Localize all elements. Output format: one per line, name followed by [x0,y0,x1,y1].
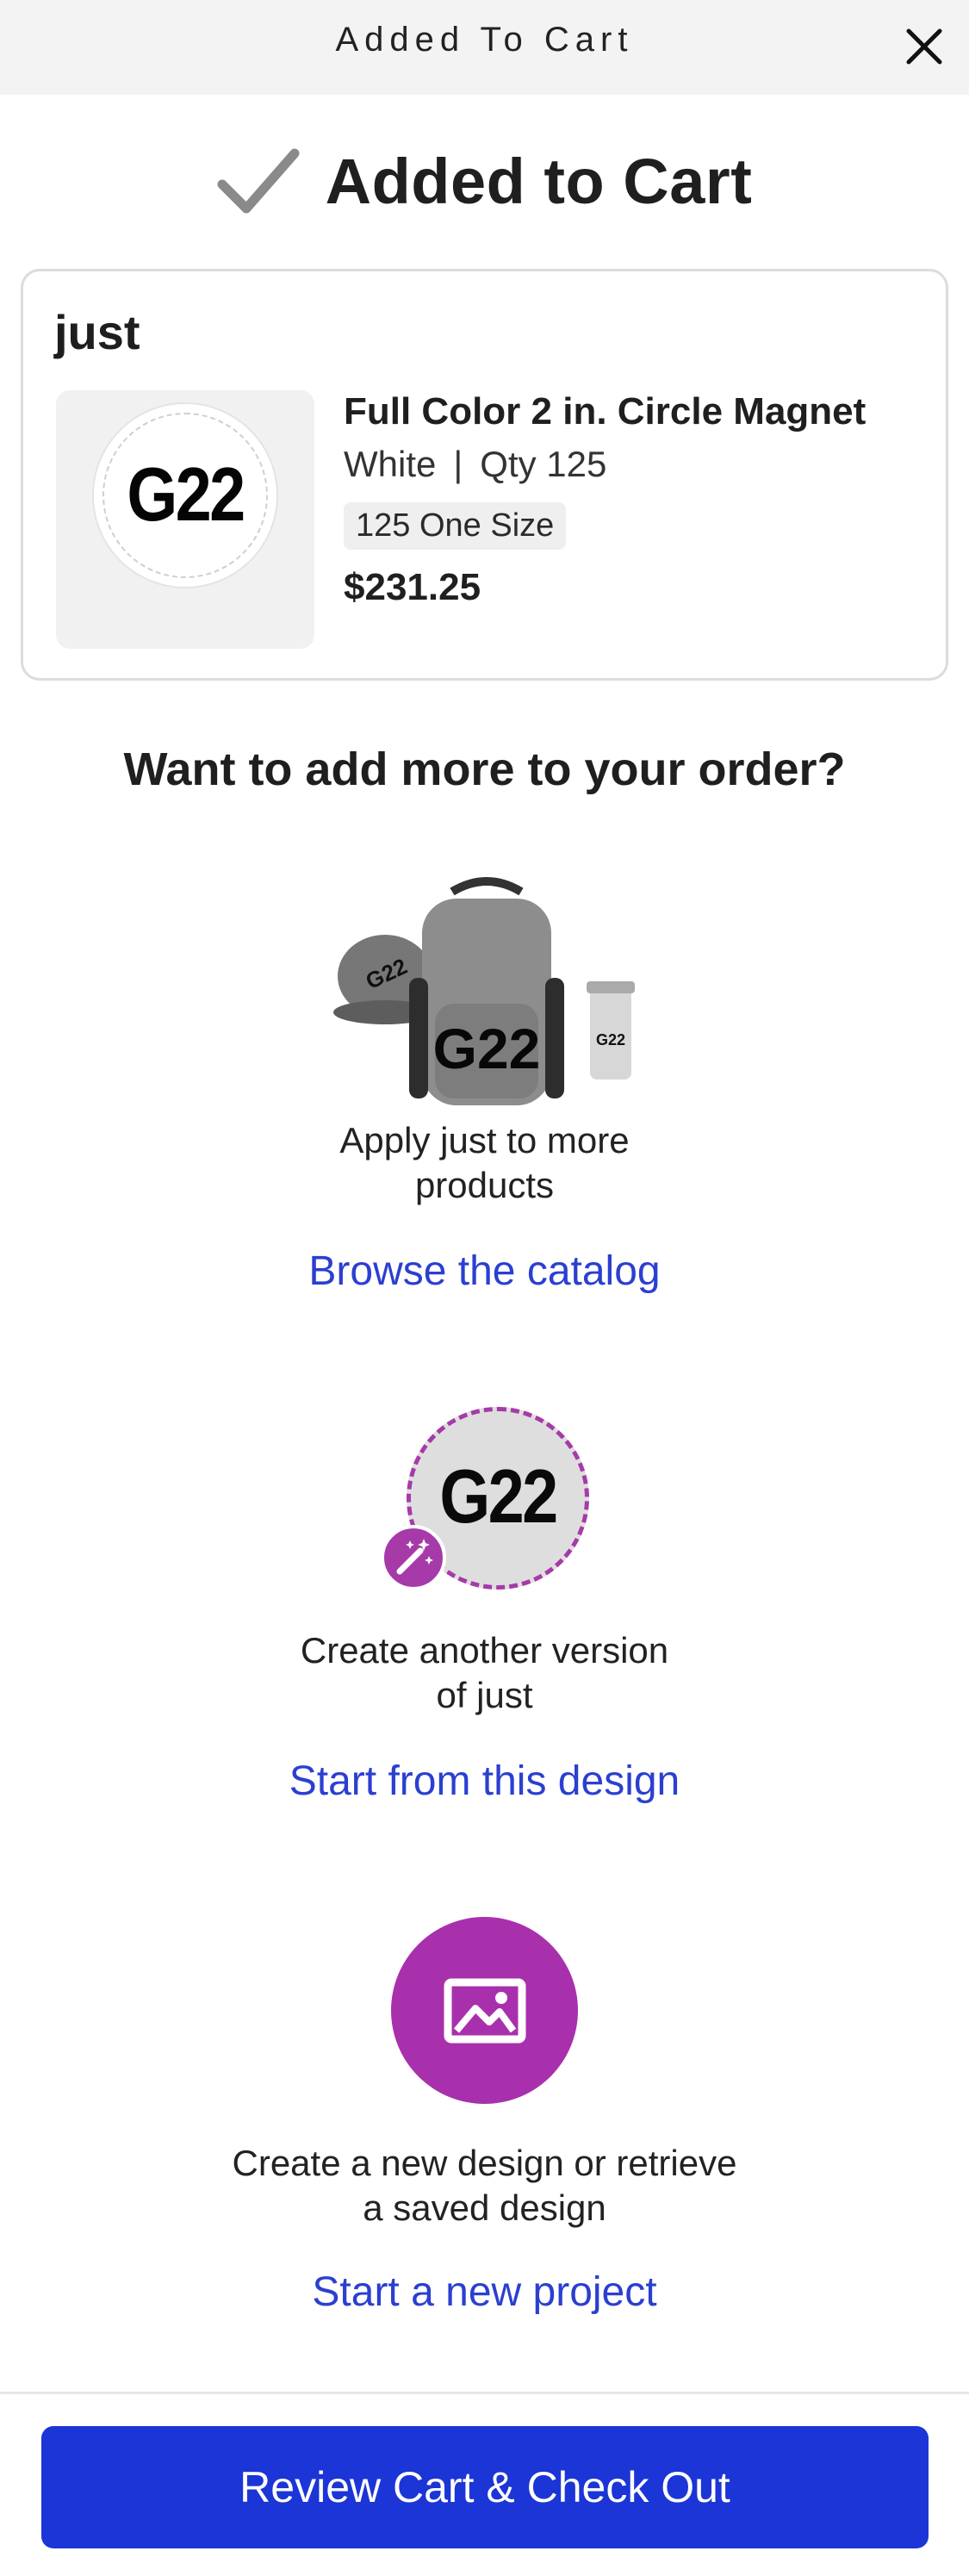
backpack-design-text: G22 [433,1017,541,1080]
upsell-desc-line: products [414,1165,555,1205]
circle-magnet-image: G22 [94,404,276,587]
top-bar: Added To Cart [0,0,969,95]
upsell-heading: Want to add more to your order? [123,744,846,795]
cart-item-card: just G22 Full Color 2 in. Circle Magnet … [21,269,948,681]
start-from-design-link[interactable]: Start from this design [0,1758,969,1805]
close-icon[interactable] [898,21,950,72]
footer-divider [0,2392,969,2394]
backpack-icon: G22 [409,877,564,1105]
size-badge: 125 One Size [344,502,567,550]
modal-title: Added To Cart [335,21,634,59]
product-meta: White | Qty 125 [344,444,606,485]
upsell-desc-line: Create a new design or retrieve [232,2143,737,2183]
meta-separator: | [453,444,463,484]
confirmation-text: Added to Cart [325,145,753,217]
image-icon [444,1978,526,2044]
design-name: just [54,305,140,359]
product-color: White [344,444,437,484]
product-qty: Qty 125 [480,444,607,484]
product-price: $231.25 [344,566,481,608]
upsell-desc-version: Create another version of just [0,1628,969,1718]
added-confirmation: Added to Cart [0,138,969,224]
upsell-desc-line: a saved design [363,2187,606,2228]
tumbler-design-text: G22 [596,1031,625,1048]
product-thumbnail: G22 [56,390,314,649]
start-new-project-link[interactable]: Start a new project [0,2268,969,2316]
magnet-design-text: G22 [127,451,245,537]
tumbler-icon: G22 [587,981,635,1080]
product-name: Full Color 2 in. Circle Magnet [344,390,867,432]
upsell-desc-line: of just [436,1675,533,1715]
review-cart-checkout-button[interactable]: Review Cart & Check Out [41,2426,929,2548]
upsell-desc-line: Create another version [300,1630,669,1671]
browse-catalog-link[interactable]: Browse the catalog [0,1248,969,1295]
checkmark-icon [217,148,300,214]
magic-wand-icon [396,1539,433,1575]
upsell-desc-line: Apply just to more [339,1120,630,1160]
products-image: G22 G22 G22 [333,877,635,1105]
design-preview-text: G22 [439,1453,558,1539]
new-design-circle [391,1917,578,2104]
upsell-desc-products: Apply just to more products [0,1118,969,1208]
upsell-desc-new: Create a new design or retrieve a saved … [0,2141,969,2231]
magic-wand-badge [381,1525,446,1590]
close-button[interactable] [898,21,950,72]
